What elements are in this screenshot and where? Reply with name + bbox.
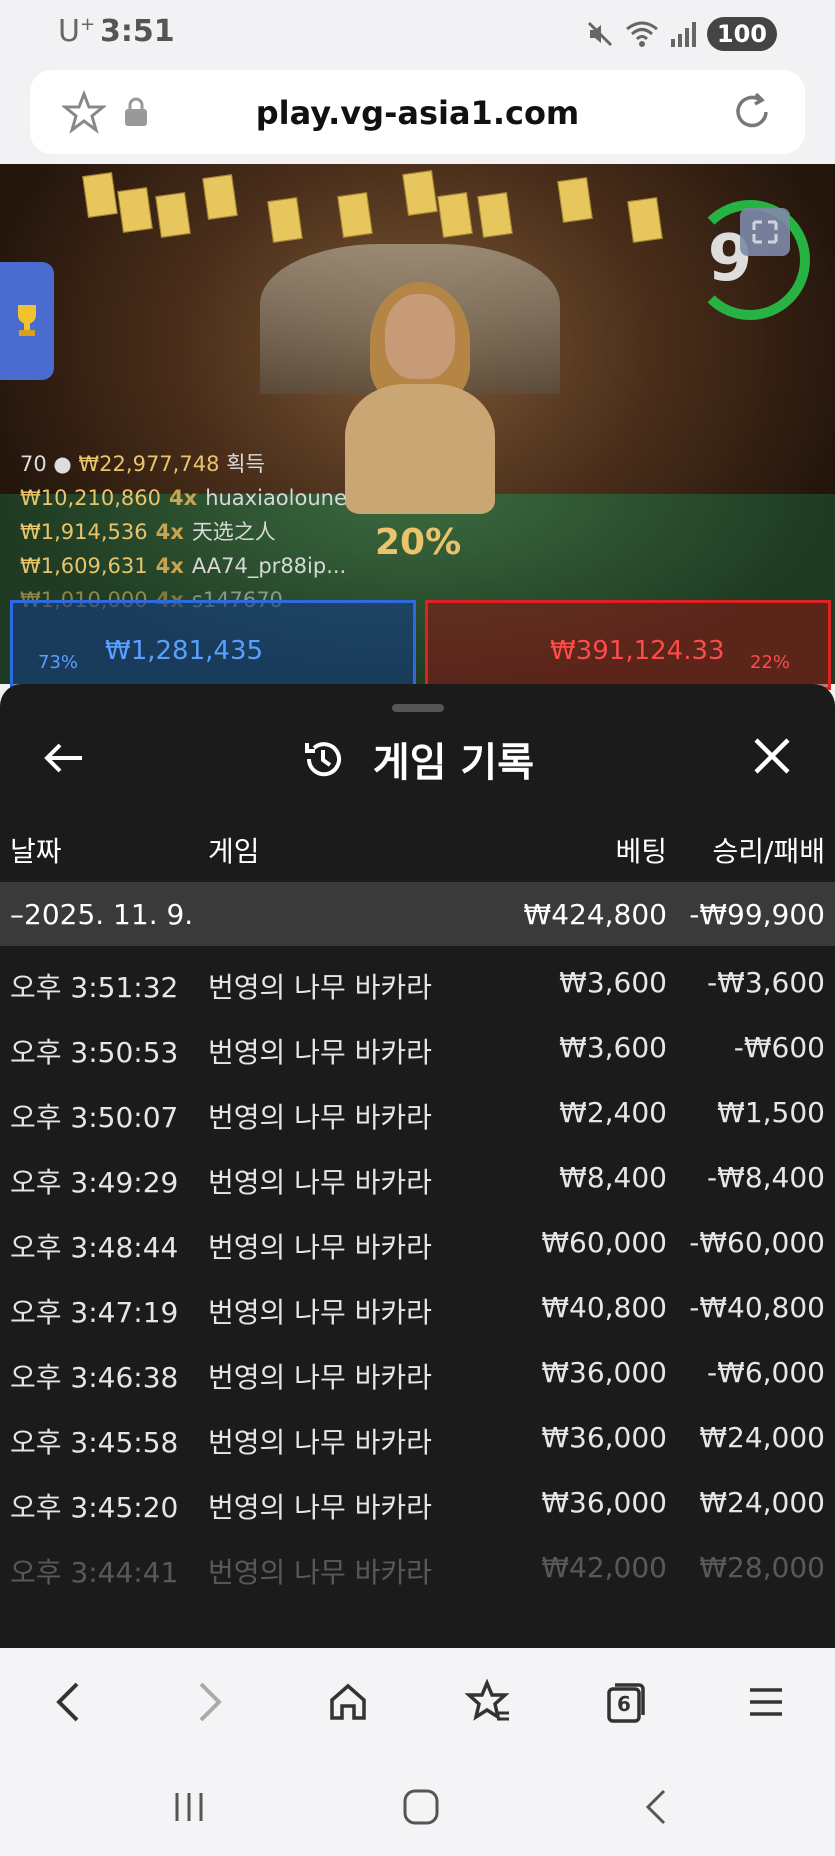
banker-percent: 22% (750, 652, 791, 673)
chevron-left-icon (56, 1682, 79, 1722)
game-history-sheet: 게임 기록 날짜 게임 베팅 승리/패배 –2025. 11. 9. ₩424,… (0, 684, 835, 1648)
header-winloss: 승리/패배 (712, 835, 825, 868)
hanging-card (557, 177, 593, 223)
home-icon (330, 1683, 366, 1720)
header-date: 날짜 (10, 835, 62, 868)
url-text[interactable]: play.vg-asia1.com (30, 94, 805, 132)
tab-count: 6 (617, 1692, 631, 1716)
status-time: 3:51 (100, 14, 175, 49)
hamburger-menu-icon (750, 1688, 782, 1716)
date-group-row[interactable]: –2025. 11. 9. ₩424,800 -₩99,900 (0, 882, 835, 946)
winners-list: 70 ● ₩22,977,748 획득 ₩10,210,860 4x huaxiao… (20, 447, 347, 617)
history-row[interactable]: 오후 3:49:29 번영의 나무 바카라 ₩8,400 -₩8,400 (0, 1145, 835, 1209)
dealer-body (345, 384, 495, 514)
reload-icon[interactable] (730, 90, 774, 134)
history-row[interactable]: 오후 3:44:41 번영의 나무 바카라 ₩42,000 ₩28,000 (0, 1535, 835, 1599)
group-date: –2025. 11. 9. (10, 898, 194, 931)
history-row[interactable]: 오후 3:47:19 번영의 나무 바카라 ₩40,800 -₩40,800 (0, 1275, 835, 1339)
history-row[interactable]: 오후 3:48:44 번영의 나무 바카라 ₩60,000 -₩60,000 (0, 1210, 835, 1274)
player-total: ₩1,281,435 (105, 636, 264, 666)
history-icon (304, 742, 341, 777)
hanging-card (477, 192, 513, 238)
header-game: 게임 (208, 835, 260, 868)
leaderboard-tab[interactable] (0, 262, 54, 380)
browser-toolbar: 6 (0, 1648, 835, 1754)
tabs-button[interactable]: 6 (598, 1674, 654, 1730)
browser-forward-button[interactable] (182, 1674, 238, 1730)
bookmarks-button[interactable] (460, 1674, 516, 1730)
bookmarks-star-icon (465, 1679, 510, 1721)
system-home-button[interactable] (396, 1782, 446, 1832)
wifi-icon (625, 21, 658, 47)
battery-badge: 100 (706, 17, 777, 51)
history-row[interactable]: 오후 3:46:38 번영의 나무 바카라 ₩36,000 -₩6,000 (0, 1340, 835, 1404)
fullscreen-button[interactable] (740, 208, 790, 256)
hanging-card (337, 192, 373, 238)
player-percent: 73% (38, 652, 79, 673)
winners-summary: 70 ● ₩22,977,748 획득 (20, 452, 265, 476)
hanging-card (117, 187, 153, 233)
expand-icon (752, 220, 778, 244)
group-winloss-total: -₩99,900 (689, 898, 825, 931)
recent-apps-icon (175, 1793, 203, 1821)
status-bar: U+ 3:51 100 (0, 0, 835, 68)
winner-row: ₩10,210,860 4x huaxiaoloune (20, 486, 347, 510)
system-back-button[interactable] (630, 1782, 680, 1832)
hanging-card (267, 197, 303, 243)
status-icons: 100 (585, 14, 777, 54)
winner-row: ₩1,609,631 4x AA74_pr88ip... (20, 554, 347, 578)
hanging-card (437, 192, 473, 238)
trophy-icon (18, 305, 36, 336)
hanging-card (202, 174, 238, 220)
group-bet-total: ₩424,800 (523, 898, 667, 931)
home-circle-icon (403, 1789, 439, 1825)
winner-row: ₩1,914,536 4x 天选之人 (20, 520, 276, 544)
history-row[interactable]: 오후 3:45:20 번영의 나무 바카라 ₩36,000 ₩24,000 (0, 1470, 835, 1534)
history-row[interactable]: 오후 3:50:53 번영의 나무 바카라 ₩3,600 -₩600 (0, 1015, 835, 1079)
system-navigation-bar (0, 1754, 835, 1856)
carrier-label: U+ (58, 14, 96, 49)
menu-button[interactable] (738, 1674, 794, 1730)
hanging-card (155, 192, 191, 238)
mute-icon (587, 21, 612, 47)
address-bar[interactable]: play.vg-asia1.com (30, 70, 805, 154)
browser-back-button[interactable] (40, 1674, 96, 1730)
dealer-face (385, 294, 455, 379)
hanging-card (627, 197, 663, 243)
system-back-icon (645, 1789, 666, 1825)
history-row[interactable]: 오후 3:50:07 번영의 나무 바카라 ₩2,400 ₩1,500 (0, 1080, 835, 1144)
signal-icon (670, 22, 696, 47)
chevron-right-icon (199, 1682, 222, 1722)
header-bet: 베팅 (615, 835, 667, 868)
home-button[interactable] (320, 1674, 376, 1730)
close-icon[interactable] (752, 736, 792, 776)
sheet-title: 게임 기록 (0, 730, 835, 788)
history-row[interactable]: 오후 3:45:58 번영의 나무 바카라 ₩36,000 ₩24,000 (0, 1405, 835, 1469)
banker-total: ₩391,124.33 (550, 636, 725, 666)
hanging-card (82, 172, 118, 218)
hanging-card (402, 170, 438, 216)
history-row[interactable]: 오후 3:51:32 번영의 나무 바카라 ₩3,600 -₩3,600 (0, 950, 835, 1014)
recent-apps-button[interactable] (164, 1782, 214, 1832)
drag-handle[interactable] (392, 704, 444, 712)
multiplier-percent: 20% (375, 522, 462, 563)
